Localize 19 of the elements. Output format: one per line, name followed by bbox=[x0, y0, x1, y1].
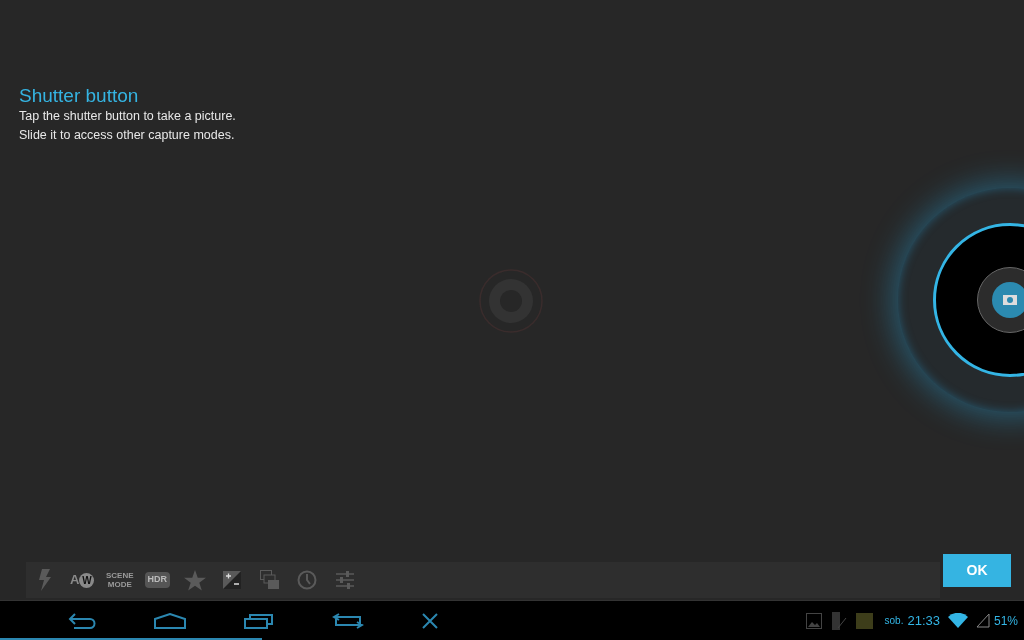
back-icon[interactable] bbox=[68, 612, 96, 629]
battery-level: 51% bbox=[993, 612, 1018, 630]
clock: 21:33 bbox=[907, 611, 940, 630]
exposure-icon[interactable] bbox=[223, 571, 242, 589]
tip-text: Slide it to access other capture modes. bbox=[19, 127, 236, 144]
gallery-notification-icon bbox=[805, 612, 822, 629]
rotate-icon[interactable] bbox=[332, 612, 364, 629]
scene-mode-icon[interactable]: SCENE MODE bbox=[105, 571, 134, 589]
camera-icon[interactable] bbox=[992, 282, 1024, 318]
signal-icon bbox=[975, 613, 990, 628]
tip-title: Shutter button bbox=[19, 85, 140, 107]
hdr-icon[interactable]: HDR bbox=[144, 572, 170, 588]
tip-text: Tap the shutter button to take a picture. bbox=[19, 108, 237, 125]
wifi-icon bbox=[947, 613, 968, 628]
star-icon[interactable] bbox=[183, 569, 206, 591]
close-icon[interactable] bbox=[422, 612, 438, 629]
home-icon[interactable] bbox=[154, 612, 186, 629]
recents-icon[interactable] bbox=[244, 612, 274, 629]
day-label: sob. bbox=[884, 614, 904, 628]
